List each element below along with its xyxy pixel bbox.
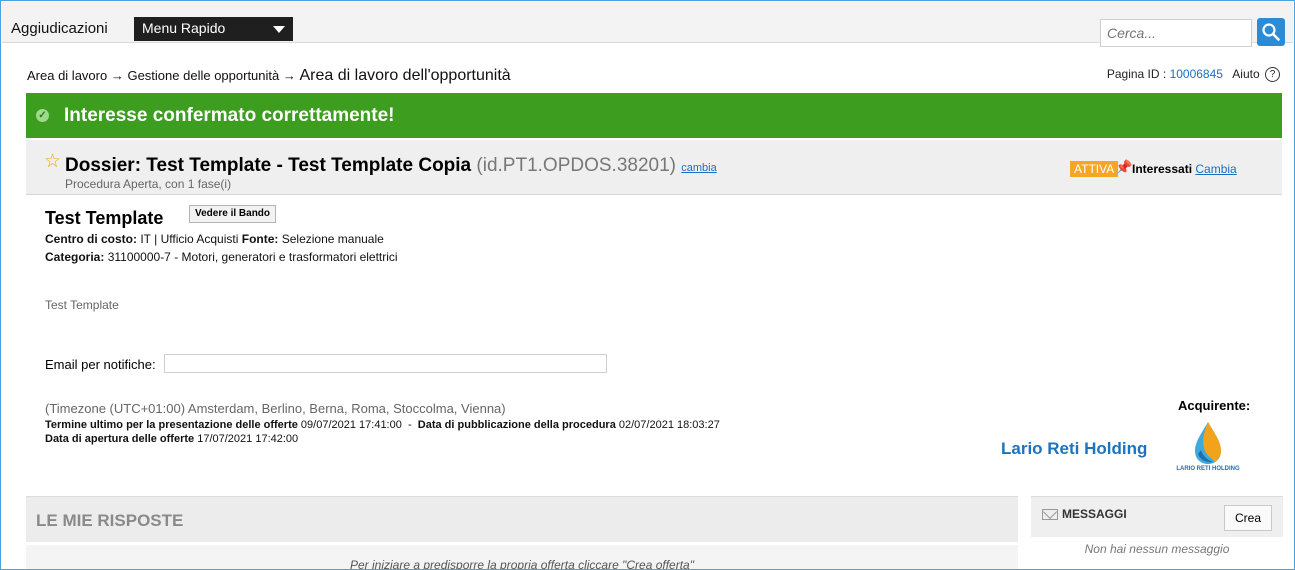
- success-banner: ✓ Interesse confermato correttamente!: [26, 93, 1282, 138]
- star-icon[interactable]: ☆: [44, 150, 61, 173]
- opening-label: Data di apertura delle offerte: [45, 433, 195, 445]
- my-responses-section: LE MIE RISPOSTE: [26, 496, 1018, 542]
- breadcrumb-separator: →: [282, 68, 296, 83]
- dossier-subtitle: Procedura Aperta, con 1 fase(i): [65, 177, 232, 191]
- search-icon: [1262, 23, 1280, 41]
- menu-rapido-label: Menu Rapido: [142, 20, 226, 36]
- source-label: Fonte:: [241, 232, 279, 246]
- change-dossier-link[interactable]: cambia: [681, 162, 716, 174]
- dossier-id: (id.PT1.OPDOS.38201): [476, 155, 676, 176]
- interest-label: Interessati: [1132, 162, 1193, 176]
- source-value: Selezione manuale: [281, 232, 384, 246]
- event-description: Test Template: [45, 298, 119, 312]
- pin-icon: 📌: [1115, 159, 1133, 175]
- breadcrumb-separator: →: [110, 68, 124, 83]
- cost-center-label: Centro di costo:: [45, 232, 137, 246]
- app-window: Aggiudicazioni Menu Rapido Area di lavor…: [0, 0, 1295, 570]
- top-bar: Aggiudicazioni Menu Rapido: [2, 2, 1293, 47]
- deadline-label: Termine ultimo per la presentazione dell…: [45, 419, 298, 431]
- breadcrumb-item-gestione[interactable]: Gestione delle opportunità: [127, 68, 279, 83]
- opening-line: Data di apertura delle offerte 17/07/202…: [45, 433, 298, 445]
- category-label: Categoria:: [45, 250, 105, 264]
- cost-center-value: IT | Ufficio Acquisti: [140, 232, 239, 246]
- interest-status: Interessati Cambia: [1132, 162, 1237, 176]
- dossier-details: Test Template Vedere il Bando Centro di …: [26, 195, 1282, 495]
- breadcrumb: Area di lavoro → Gestione delle opportun…: [27, 67, 511, 85]
- buyer-logo-text: LARIO RETI HOLDING: [1176, 466, 1240, 472]
- date-separator: -: [407, 419, 412, 431]
- buyer-label: Acquirente:: [1178, 398, 1251, 413]
- no-messages-text: Non hai nessun messaggio: [1084, 542, 1230, 556]
- my-responses-body: Per iniziare a predisporre la propria of…: [26, 545, 1018, 570]
- change-interest-link[interactable]: Cambia: [1195, 162, 1236, 176]
- cost-center-line: Centro di costo: IT | Ufficio Acquisti F…: [45, 232, 384, 246]
- check-icon: ✓: [36, 109, 49, 122]
- publication-value: 02/07/2021 18:03:27: [618, 419, 720, 431]
- category-line: Categoria: 31100000-7 - Motori, generato…: [45, 250, 398, 264]
- create-offer-hint: Per iniziare a predisporre la propria of…: [349, 558, 694, 570]
- dossier-title-text: Dossier: Test Template - Test Template C…: [65, 155, 472, 176]
- messages-title: MESSAGGI: [1062, 507, 1127, 521]
- dossier-title: Dossier: Test Template - Test Template C…: [65, 155, 717, 177]
- timezone-text: (Timezone (UTC+01:00) Amsterdam, Berlino…: [45, 401, 506, 416]
- deadline-line: Termine ultimo per la presentazione dell…: [45, 419, 720, 431]
- page-id-label: Pagina ID :: [1106, 67, 1167, 81]
- breadcrumb-current: Area di lavoro dell'opportunità: [299, 67, 511, 84]
- menu-rapido-dropdown[interactable]: Menu Rapido: [134, 17, 293, 41]
- breadcrumb-item-area-lavoro[interactable]: Area di lavoro: [27, 68, 107, 83]
- app-title: Aggiudicazioni: [11, 20, 108, 37]
- dossier-header: ☆ Dossier: Test Template - Test Template…: [26, 140, 1282, 195]
- email-field[interactable]: [164, 354, 607, 373]
- deadline-value: 09/07/2021 17:41:00: [300, 419, 402, 431]
- success-message: Interesse confermato correttamente!: [64, 105, 395, 126]
- status-badge: ATTIVA: [1070, 161, 1119, 177]
- create-message-button[interactable]: Crea: [1224, 505, 1272, 531]
- opening-value: 17/07/2021 17:42:00: [197, 433, 299, 445]
- my-responses-title: LE MIE RISPOSTE: [36, 511, 184, 530]
- help-link[interactable]: Aiuto: [1232, 67, 1259, 81]
- help-icon[interactable]: ?: [1265, 67, 1280, 83]
- view-notice-button[interactable]: Vedere il Bando: [189, 205, 277, 223]
- publication-label: Data di pubblicazione della procedura: [417, 419, 616, 431]
- buyer-name: Lario Reti Holding: [1001, 439, 1148, 458]
- caret-down-icon: [273, 26, 285, 33]
- event-title: Test Template: [45, 208, 164, 228]
- search-input[interactable]: [1100, 19, 1252, 47]
- envelope-icon: [1042, 509, 1058, 520]
- email-label: Email per notifiche:: [45, 357, 156, 372]
- page-id-value[interactable]: 10006845: [1170, 67, 1223, 81]
- category-value: 31100000-7 - Motori, generatori e trasfo…: [107, 250, 398, 264]
- messages-panel: MESSAGGI Crea: [1031, 496, 1283, 537]
- page-meta: Pagina ID : 10006845 Aiuto ?: [1106, 67, 1280, 83]
- buyer-logo: LARIO RETI HOLDING: [1173, 418, 1243, 478]
- search-button[interactable]: [1257, 18, 1285, 46]
